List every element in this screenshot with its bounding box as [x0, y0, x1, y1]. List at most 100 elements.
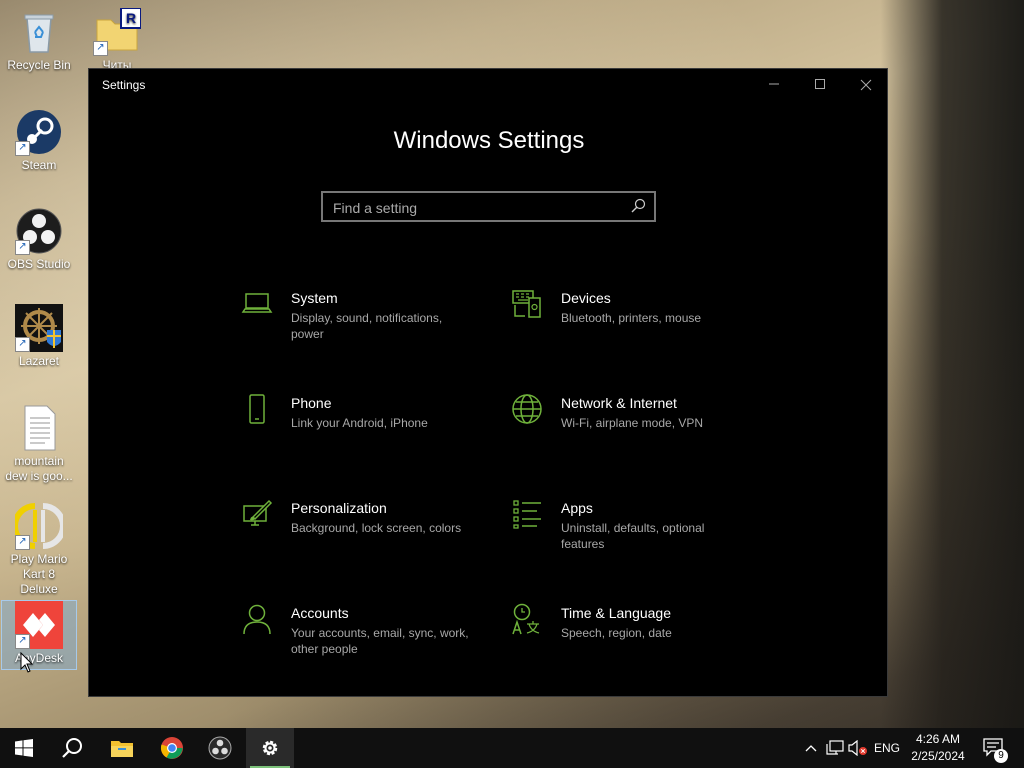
search-icon[interactable]	[630, 198, 646, 214]
desktop-icon-anydesk[interactable]: ↗ AnyDesk	[1, 600, 77, 670]
chevron-up-icon	[805, 745, 817, 752]
time-language-icon	[512, 603, 540, 635]
settings-taskbar-button[interactable]	[246, 728, 294, 768]
action-center-button[interactable]: 9	[978, 728, 1010, 768]
laptop-icon	[241, 293, 273, 313]
category-apps[interactable]: Apps Uninstall, defaults, optional featu…	[511, 498, 751, 558]
search-box[interactable]	[321, 191, 656, 222]
category-title: Phone	[291, 395, 332, 411]
desktop-icon-lazaret[interactable]: ↗ Lazaret	[4, 304, 74, 369]
category-title: System	[291, 290, 338, 306]
svg-text:R: R	[126, 10, 136, 26]
minimize-icon	[769, 83, 779, 85]
chrome-icon	[160, 737, 183, 759]
maximize-button[interactable]	[797, 69, 843, 101]
text-file-icon	[15, 404, 63, 452]
category-title: Network & Internet	[561, 395, 677, 411]
desktop-icon-obs[interactable]: ↗ OBS Studio	[4, 207, 74, 272]
language-label: ENG	[874, 741, 901, 755]
desktop-icon-label: Recycle Bin	[7, 58, 71, 72]
settings-window: Settings Windows Settings System Display…	[88, 68, 888, 697]
chrome-button[interactable]	[148, 728, 196, 768]
category-title: Apps	[561, 500, 593, 516]
category-description: Link your Android, iPhone	[291, 416, 428, 430]
steam-icon: ↗	[15, 108, 63, 156]
category-description: Display, sound, notifications, power	[291, 311, 443, 341]
desktop-icon-label: mountain dew is goo...	[5, 454, 73, 483]
desktop-icon-label: Steam	[21, 158, 57, 172]
clock-date: 2/25/2024	[911, 749, 965, 763]
desktop-icon-label: OBS Studio	[7, 257, 71, 271]
clock-time: 4:26 AM	[915, 732, 961, 746]
shortcut-arrow-icon: ↗	[15, 634, 30, 649]
network-tray-button[interactable]	[824, 728, 846, 768]
recycle-bin-icon	[15, 8, 63, 56]
page-title: Windows Settings	[393, 127, 585, 154]
desktop-icon-folder-chity[interactable]: R ↗ Читы	[82, 7, 152, 73]
category-description: Speech, region, date	[561, 626, 672, 640]
paint-icon	[243, 499, 273, 526]
settings-icon	[262, 740, 278, 756]
phone-icon	[249, 394, 265, 424]
obs-icon: ↗	[15, 207, 63, 255]
category-title: Time & Language	[561, 605, 671, 621]
shortcut-arrow-icon: ↗	[15, 141, 30, 156]
start-icon	[15, 739, 33, 757]
maximize-icon	[815, 79, 825, 89]
globe-icon	[512, 394, 542, 424]
category-network[interactable]: Network & Internet Wi-Fi, airplane mode,…	[511, 393, 751, 443]
devices-icon	[512, 290, 541, 318]
desktop-icon-label: Play Mario Kart 8 Deluxe	[10, 552, 68, 596]
minimize-button[interactable]	[751, 69, 797, 101]
file-explorer-icon	[111, 741, 133, 757]
shortcut-arrow-icon: ↗	[15, 535, 30, 550]
desktop-icon-label: Lazaret	[18, 354, 60, 368]
category-accounts[interactable]: Accounts Your accounts, email, sync, wor…	[241, 603, 481, 663]
shortcut-arrow-icon: ↗	[93, 41, 108, 56]
close-icon	[860, 79, 872, 91]
desktop-icon-steam[interactable]: ↗ Steam	[4, 108, 74, 173]
volume-muted-icon	[848, 740, 867, 756]
shortcut-arrow-icon: ↗	[15, 337, 30, 352]
person-icon	[243, 604, 271, 635]
file-explorer-button[interactable]	[98, 728, 146, 768]
volume-tray-button[interactable]	[847, 728, 869, 768]
category-description: Wi-Fi, airplane mode, VPN	[561, 416, 704, 430]
window-titlebar[interactable]: Settings	[89, 69, 887, 101]
apps-list-icon	[513, 500, 541, 529]
category-phone[interactable]: Phone Link your Android, iPhone	[241, 393, 481, 443]
close-button[interactable]	[843, 69, 889, 101]
category-time-language[interactable]: Time & Language Speech, region, date	[511, 603, 751, 653]
shortcut-arrow-icon: ↗	[15, 240, 30, 255]
category-description: Bluetooth, printers, mouse	[561, 311, 702, 325]
obs-icon	[208, 736, 232, 760]
window-title: Settings	[102, 78, 146, 92]
start-button[interactable]	[0, 728, 48, 768]
category-personalization[interactable]: Personalization Background, lock screen,…	[241, 498, 481, 548]
lazaret-icon: ↗	[15, 304, 63, 352]
yuzu-icon: ↗	[12, 502, 66, 550]
language-indicator[interactable]: ENG	[874, 728, 900, 768]
clock[interactable]: 4:26 AM 2/25/2024	[902, 731, 974, 765]
taskbar-search-button[interactable]	[48, 728, 96, 768]
obs-taskbar-button[interactable]	[196, 728, 244, 768]
network-ethernet-icon	[826, 740, 844, 755]
desktop-icon-recycle-bin[interactable]: Recycle Bin	[4, 8, 74, 73]
category-devices[interactable]: Devices Bluetooth, printers, mouse	[511, 288, 751, 348]
category-title: Personalization	[291, 500, 387, 516]
category-description: Background, lock screen, colors	[291, 521, 462, 535]
category-system[interactable]: System Display, sound, notifications, po…	[241, 288, 481, 348]
mouse-cursor-icon	[20, 652, 34, 673]
category-title: Devices	[561, 290, 611, 306]
search-input[interactable]	[331, 198, 625, 218]
category-description: Uninstall, defaults, optional features	[561, 521, 705, 551]
show-hidden-icons-button[interactable]	[800, 728, 822, 768]
desktop-icon-text-file[interactable]: mountain dew is goo...	[4, 404, 74, 484]
desktop-icon-mario-kart[interactable]: ↗ Play Mario Kart 8 Deluxe	[4, 502, 74, 597]
desktop-icon-label: AnyDesk	[14, 651, 64, 665]
anydesk-icon: ↗	[15, 601, 63, 649]
category-title: Accounts	[291, 605, 349, 621]
notification-count-badge: 9	[994, 749, 1008, 763]
category-description: Your accounts, email, sync, work, other …	[291, 626, 469, 656]
search-icon	[62, 738, 82, 758]
